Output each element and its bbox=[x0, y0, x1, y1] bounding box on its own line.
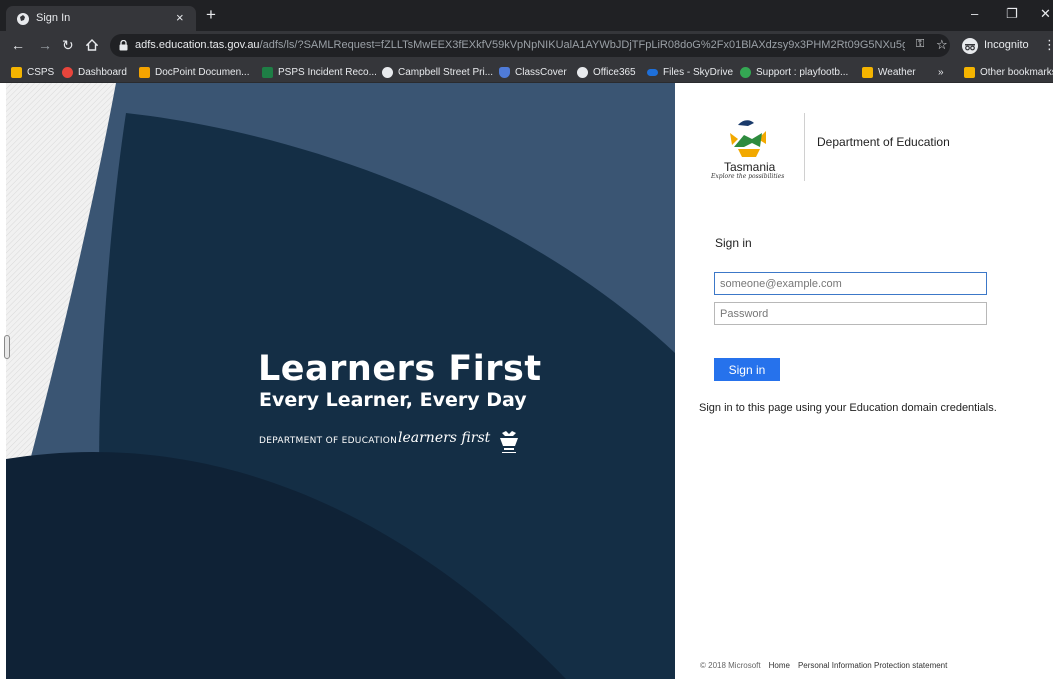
department-name: Department of Education bbox=[817, 135, 950, 149]
bookmark-office365[interactable]: Office365 bbox=[577, 65, 636, 79]
incognito-icon[interactable] bbox=[962, 38, 978, 54]
restore-icon[interactable]: ❐ bbox=[1006, 6, 1018, 22]
incognito-label: Incognito bbox=[984, 39, 1029, 51]
docpoint-icon bbox=[139, 66, 150, 78]
email-input[interactable] bbox=[714, 272, 987, 295]
bookmark-campbell-street[interactable]: Campbell Street Pri... bbox=[382, 65, 493, 79]
bookmark-support[interactable]: Support : playfootb... bbox=[740, 65, 848, 79]
bookmark-label: Other bookmarks bbox=[980, 66, 1053, 78]
sign-in-button[interactable]: Sign in bbox=[714, 358, 780, 381]
bookmark-classcover[interactable]: ClassCover bbox=[499, 65, 567, 79]
sign-in-panel: Tasmania Explore the possibilities Depar… bbox=[675, 83, 1053, 679]
shield-icon bbox=[499, 66, 510, 78]
browser-tab[interactable]: Sign In × bbox=[6, 6, 196, 31]
hero-title: Learners First bbox=[258, 349, 542, 389]
bookmark-label: Dashboard bbox=[78, 66, 127, 78]
bookmark-weather[interactable]: Weather bbox=[862, 65, 916, 79]
hero-department: DEPARTMENT OF EDUCATION bbox=[259, 436, 398, 446]
bookmark-label: PSPS Incident Reco... bbox=[278, 66, 377, 78]
address-bar[interactable]: adfs.education.tas.gov.au/adfs/ls/?SAMLR… bbox=[110, 34, 950, 57]
excel-icon bbox=[262, 66, 273, 78]
footer: © 2018 Microsoft Home Personal Information… bbox=[700, 661, 947, 670]
tasmania-emblem-icon bbox=[500, 431, 518, 453]
bookmark-other[interactable]: Other bookmarks bbox=[964, 65, 1053, 79]
home-link[interactable]: Home bbox=[769, 661, 790, 670]
folder-icon bbox=[862, 66, 873, 78]
privacy-statement-link[interactable]: Personal Information Protection statemen… bbox=[798, 661, 947, 670]
logo-divider bbox=[804, 113, 805, 181]
bookmark-label: ClassCover bbox=[515, 66, 567, 78]
support-icon bbox=[740, 66, 751, 78]
bookmark-label: Support : playfootb... bbox=[756, 66, 849, 78]
bookmarks-overflow-icon[interactable]: » bbox=[938, 65, 944, 79]
bookmark-docpoint[interactable]: DocPoint Documen... bbox=[139, 65, 250, 79]
tab-title: Sign In bbox=[36, 12, 71, 24]
minimize-icon[interactable]: – bbox=[971, 6, 978, 21]
home-icon[interactable] bbox=[86, 39, 98, 51]
url-path: /adfs/ls/?SAMLRequest=fZLLTsMwEEX3fEXkfV… bbox=[259, 39, 905, 51]
close-window-icon[interactable]: ✕ bbox=[1040, 6, 1051, 22]
tasmania-logo-text: Tasmania bbox=[724, 160, 776, 174]
bookmark-label: Office365 bbox=[593, 66, 636, 78]
browser-toolbar: ← → ↻ adfs.education.tas.gov.au/adfs/ls/… bbox=[0, 31, 1053, 60]
browser-tab-strip: Sign In × + – ❐ ✕ bbox=[0, 0, 1053, 31]
bookmark-psps-incident[interactable]: PSPS Incident Reco... bbox=[262, 65, 377, 79]
bookmark-label: Weather bbox=[878, 66, 916, 78]
bookmark-label: DocPoint Documen... bbox=[155, 66, 250, 78]
hero-script-logo: learners first bbox=[398, 430, 491, 446]
globe-icon bbox=[577, 66, 588, 78]
sign-in-heading: Sign in bbox=[715, 236, 752, 250]
folder-icon bbox=[964, 66, 975, 78]
tab-close-icon[interactable]: × bbox=[176, 10, 184, 25]
back-arrow-icon[interactable]: ← bbox=[11, 38, 25, 52]
star-icon[interactable]: ☆ bbox=[936, 37, 948, 53]
dashboard-icon bbox=[62, 66, 73, 78]
url-host: adfs.education.tas.gov.au bbox=[135, 39, 260, 51]
folder-icon bbox=[11, 66, 22, 78]
bookmark-csps[interactable]: CSPS bbox=[11, 65, 54, 79]
resize-handle[interactable] bbox=[4, 335, 10, 359]
bookmark-dashboard[interactable]: Dashboard bbox=[62, 65, 127, 79]
url-text[interactable]: adfs.education.tas.gov.au/adfs/ls/?SAMLR… bbox=[135, 39, 905, 51]
bookmarks-bar: CSPS Dashboard DocPoint Documen... PSPS … bbox=[0, 60, 1053, 83]
bookmark-label: CSPS bbox=[27, 66, 55, 78]
cloud-icon bbox=[647, 68, 658, 76]
copyright-text: © 2018 Microsoft bbox=[700, 661, 761, 670]
key-icon[interactable]: ⚿ bbox=[916, 38, 924, 51]
forward-arrow-icon[interactable]: → bbox=[38, 38, 52, 52]
globe-icon bbox=[17, 13, 29, 25]
tasmania-tagline: Explore the possibilities bbox=[711, 173, 785, 180]
sign-in-help-text: Sign in to this page using your Educatio… bbox=[699, 402, 997, 414]
new-tab-icon[interactable]: + bbox=[206, 6, 216, 23]
bookmark-label: Files - SkyDrive bbox=[663, 66, 734, 78]
bookmark-skydrive[interactable]: Files - SkyDrive bbox=[647, 65, 733, 79]
hero-subtitle: Every Learner, Every Day bbox=[259, 389, 527, 411]
page-content: Learners First Every Learner, Every Day … bbox=[0, 83, 1053, 679]
globe-icon bbox=[382, 66, 393, 78]
password-input[interactable] bbox=[714, 302, 987, 325]
reload-icon[interactable]: ↻ bbox=[62, 38, 74, 52]
vertical-dots-icon[interactable]: ⋮ bbox=[1043, 37, 1053, 53]
bookmark-label: Campbell Street Pri... bbox=[398, 66, 494, 78]
lock-icon[interactable] bbox=[119, 40, 128, 51]
